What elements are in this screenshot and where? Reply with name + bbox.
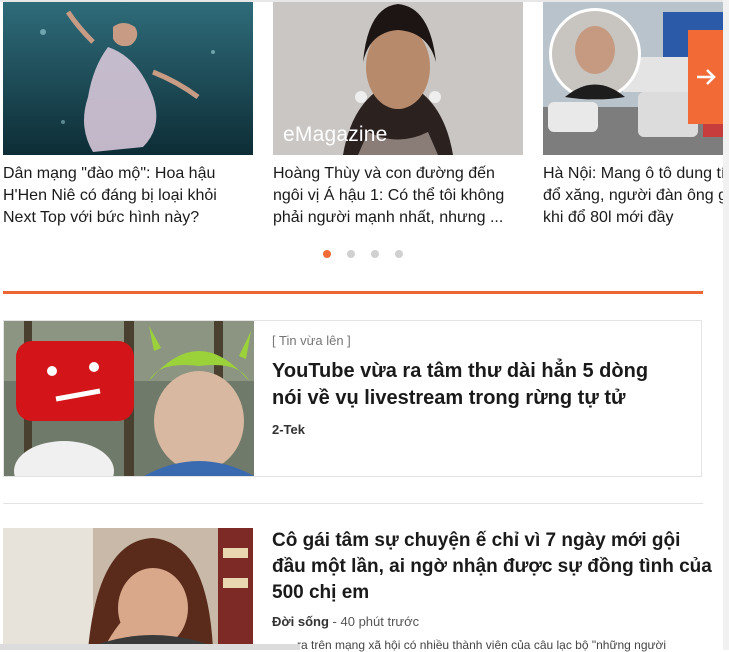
card-title[interactable]: Hoàng Thùy và con đường đến ngôi vị Á hậ… [273,163,523,229]
horizontal-scrollbar[interactable] [0,644,300,650]
story-body: [ Tin vừa lên ] YouTube vừa ra tâm thư d… [272,333,672,437]
list-divider [3,503,703,504]
story-item[interactable]: [ Tin vừa lên ] YouTube vừa ra tâm thư d… [3,320,702,477]
story-thumbnail[interactable] [4,321,254,476]
card-thumbnail[interactable]: eMagazine [273,2,523,155]
carousel-dot[interactable] [347,250,355,258]
meta-separator: - [332,614,341,629]
story-body: Cô gái tâm sự chuyện ế chỉ vì 7 ngày mới… [272,528,712,629]
card-title[interactable]: Hà Nội: Mang ô tô dung tích 70l đi đổ xă… [543,163,729,229]
carousel-dot[interactable] [371,250,379,258]
carousel-card[interactable]: eMagazine Hoàng Thùy và con đường đến ng… [273,2,523,229]
arrow-right-icon [697,69,716,85]
card-title[interactable]: Dân mạng "đào mộ": Hoa hậu H'Hen Niê có … [3,163,253,229]
carousel-dots [323,250,403,258]
story-thumbnail[interactable] [3,528,253,650]
story-tag: [ Tin vừa lên ] [272,333,351,348]
card-thumbnail[interactable] [3,2,253,155]
carousel-card[interactable]: Dân mạng "đào mộ": Hoa hậu H'Hen Niê có … [3,2,253,229]
carousel-dot[interactable] [323,250,331,258]
section-divider [3,291,703,294]
story-meta: Đời sống - 40 phút trước [272,614,712,629]
vertical-scrollbar[interactable] [723,0,729,650]
featured-carousel: Dân mạng "đào mộ": Hoa hậu H'Hen Niê có … [0,0,729,270]
story-category[interactable]: Đời sống [272,614,329,629]
carousel-next-button[interactable] [688,30,724,124]
story-source[interactable]: 2-Tek [272,422,672,437]
story-time: 40 phút trước [340,614,420,629]
carousel-dot[interactable] [395,250,403,258]
story-item[interactable]: Cô gái tâm sự chuyện ế chỉ vì 7 ngày mới… [3,528,723,650]
story-title[interactable]: YouTube vừa ra tâm thư dài hẳn 5 dòng nó… [272,358,672,412]
story-title[interactable]: Cô gái tâm sự chuyện ế chỉ vì 7 ngày mới… [272,528,712,606]
emagazine-badge: eMagazine [283,123,388,146]
